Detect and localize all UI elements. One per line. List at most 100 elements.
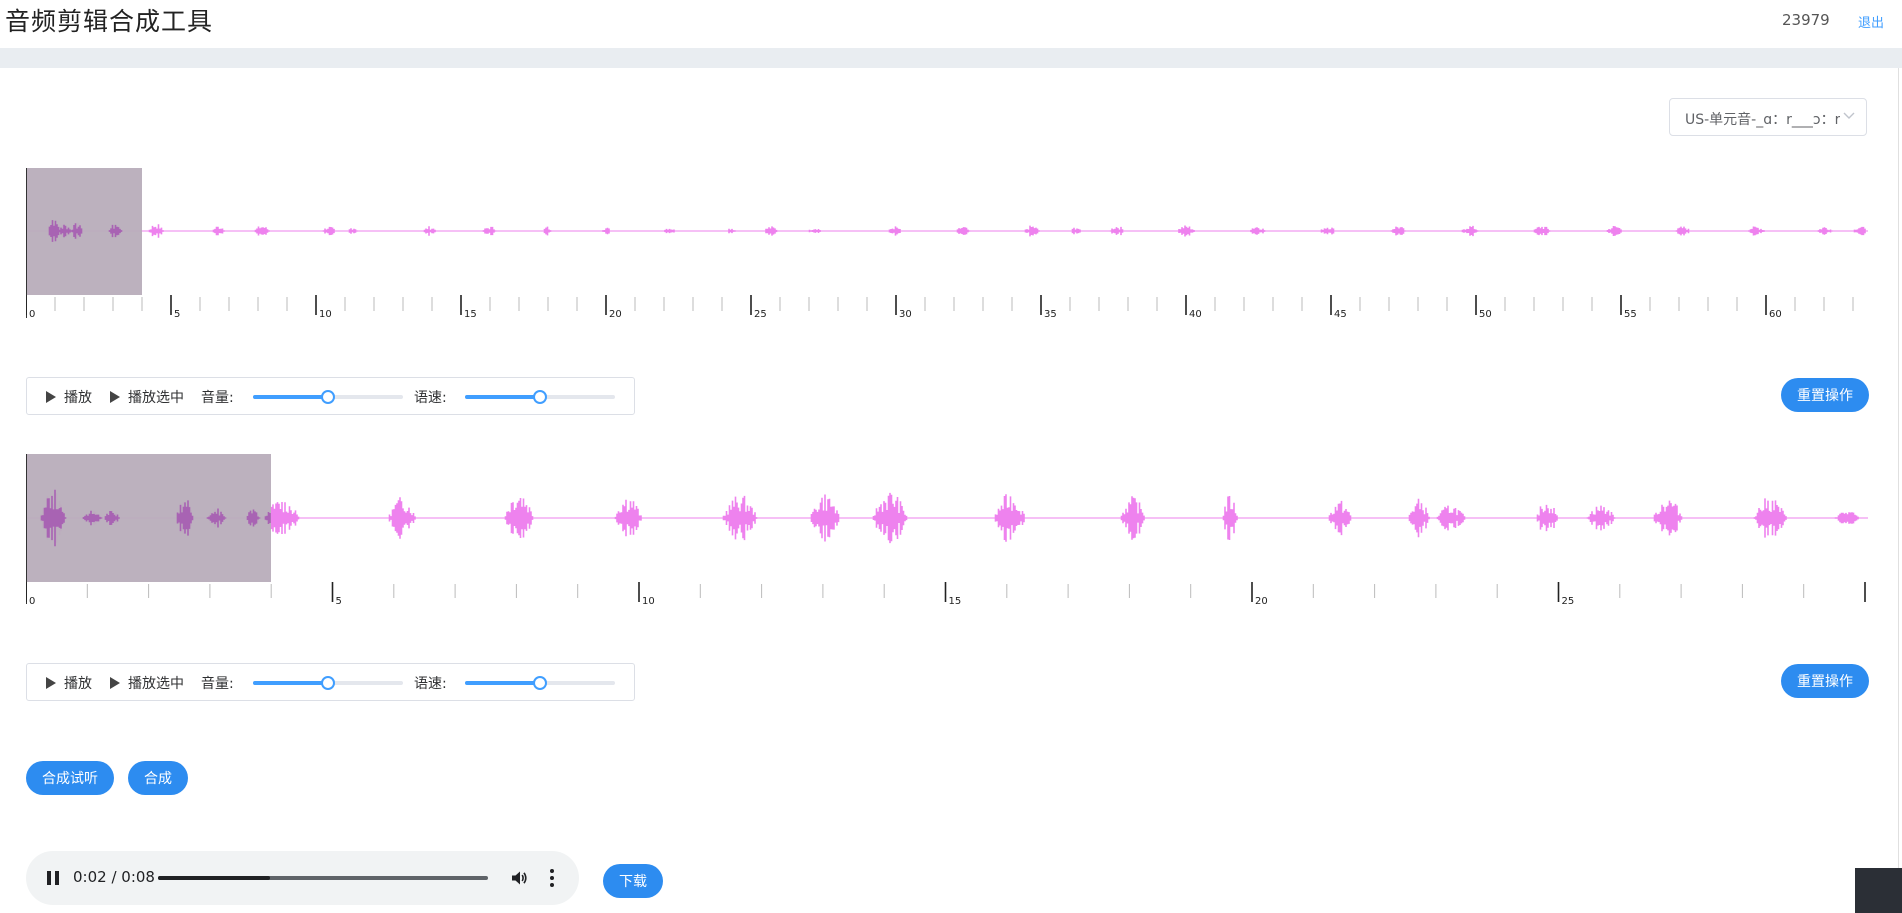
ruler-label: 15 <box>464 309 477 318</box>
ruler-label: 5 <box>174 309 180 318</box>
ruler-label: 0 <box>29 596 35 604</box>
play-icon <box>46 391 56 403</box>
ruler-label: 0 <box>29 309 35 318</box>
waveform-burst <box>1586 505 1616 531</box>
waveform-burst <box>322 226 337 236</box>
track2-speed-fill <box>465 681 540 685</box>
waveform-burst <box>808 229 823 233</box>
waveform-burst <box>1071 227 1081 235</box>
waveform-burst <box>722 495 758 541</box>
waveform-burst <box>1390 226 1406 236</box>
waveform-burst <box>1746 226 1767 236</box>
waveform-burst <box>1024 225 1040 237</box>
track2-volume-slider[interactable] <box>253 676 403 690</box>
waveform-burst <box>956 227 971 235</box>
waveform-2-canvas[interactable]: 0 5 10 15 20 25 <box>26 454 1868 604</box>
download-button[interactable]: 下载 <box>603 864 663 898</box>
pause-icon[interactable] <box>47 871 59 885</box>
ruler-label: 20 <box>609 309 622 318</box>
waveform-burst <box>1320 227 1336 235</box>
waveform-burst <box>763 226 779 236</box>
track2-speed-slider[interactable] <box>465 676 615 690</box>
track1-speed-fill <box>465 395 540 399</box>
ruler-label: 55 <box>1624 309 1637 318</box>
waveform-burst <box>254 226 270 236</box>
logout-link[interactable]: 退出 <box>1858 12 1884 31</box>
waveform-burst <box>1436 505 1466 531</box>
ruler-label: 45 <box>1334 309 1347 318</box>
waveform-burst <box>1248 227 1266 235</box>
ruler-label: 25 <box>754 309 767 318</box>
waveform-burst <box>600 227 612 235</box>
track2-volume-label: 音量: <box>201 676 234 692</box>
track1-reset-button[interactable]: 重置操作 <box>1781 378 1869 412</box>
waveform-burst <box>1834 512 1861 524</box>
ruler-label: 60 <box>1769 309 1782 318</box>
preview-compose-button[interactable]: 合成试听 <box>26 761 114 795</box>
ruler-label: 10 <box>319 309 332 318</box>
waveform-burst <box>423 226 438 236</box>
track1-volume-label: 音量: <box>201 390 234 406</box>
waveform-burst <box>1675 226 1691 236</box>
track1-speed-slider[interactable] <box>465 390 615 404</box>
ruler-label: 20 <box>1255 596 1268 604</box>
track1-volume-fill <box>253 395 328 399</box>
track1-volume-knob[interactable] <box>321 390 335 404</box>
track2-volume-knob[interactable] <box>321 676 335 690</box>
waveform-burst <box>662 228 677 234</box>
track1-speed-knob[interactable] <box>533 390 547 404</box>
waveform-burst <box>1653 500 1683 536</box>
track2-play-selected-label: 播放选中 <box>128 676 184 692</box>
audio-select[interactable]: US-单元音-_ɑ：r___ɔ：r <box>1669 98 1867 136</box>
ruler-label: 35 <box>1044 309 1057 318</box>
track2-speed-knob[interactable] <box>533 676 547 690</box>
track1-controls: 播放 播放选中 音量: 语速: <box>26 377 635 415</box>
track1-volume-slider[interactable] <box>253 390 403 404</box>
track2-play-button[interactable]: 播放 <box>46 673 92 693</box>
waveform-burst <box>810 494 840 542</box>
more-vert-icon[interactable] <box>549 868 555 888</box>
track2-play-selected-button[interactable]: 播放选中 <box>110 673 184 693</box>
ruler-label: 15 <box>949 596 962 604</box>
waveform-burst <box>1533 226 1551 236</box>
track1-speed-label: 语速: <box>414 390 447 406</box>
track1-play-selected-label: 播放选中 <box>128 390 184 406</box>
track2-play-label: 播放 <box>64 676 92 692</box>
waveform-burst <box>482 226 498 236</box>
waveform-burst <box>504 498 534 538</box>
waveform-1[interactable]: 0 5 10 15 20 25 30 35 40 45 50 55 60 <box>26 168 1868 318</box>
page-scroll-edge <box>1898 68 1899 908</box>
ruler-label: 50 <box>1479 309 1492 318</box>
compose-button[interactable]: 合成 <box>128 761 188 795</box>
ruler-label: 10 <box>642 596 655 604</box>
waveform-burst <box>726 228 736 234</box>
user-id: 23979 <box>1782 11 1830 29</box>
waveform-burst <box>1120 496 1147 540</box>
waveform-burst <box>1753 498 1787 538</box>
waveform-2[interactable]: 0 5 10 15 20 25 <box>26 454 1868 604</box>
waveform-burst <box>994 494 1027 542</box>
track2-speed-label: 语速: <box>414 676 447 692</box>
selection-region <box>26 168 142 295</box>
waveform-burst <box>1536 504 1558 532</box>
waveform-burst <box>1408 498 1430 538</box>
track1-play-button[interactable]: 播放 <box>46 387 92 407</box>
waveform-burst <box>212 226 227 236</box>
waveform-burst <box>872 492 908 544</box>
ruler-label: 40 <box>1189 309 1202 318</box>
ruler-label: 5 <box>336 596 342 604</box>
waveform-burst <box>614 499 642 537</box>
track1-play-selected-button[interactable]: 播放选中 <box>110 387 184 407</box>
waveform-burst <box>1461 225 1479 237</box>
waveform-burst <box>1328 500 1352 536</box>
ruler-label: 30 <box>899 309 912 318</box>
waveform-burst <box>1606 226 1624 236</box>
track2-reset-button[interactable]: 重置操作 <box>1781 664 1869 698</box>
chevron-down-icon <box>1843 112 1855 119</box>
floating-widget-icon[interactable] <box>1855 868 1902 913</box>
waveform-burst <box>1109 226 1125 236</box>
waveform-1-canvas[interactable]: 0 5 10 15 20 25 30 35 40 45 50 55 60 <box>26 168 1868 318</box>
waveform-burst <box>1222 496 1238 540</box>
player-progress-bar[interactable] <box>158 876 488 880</box>
volume-icon[interactable] <box>510 869 528 887</box>
